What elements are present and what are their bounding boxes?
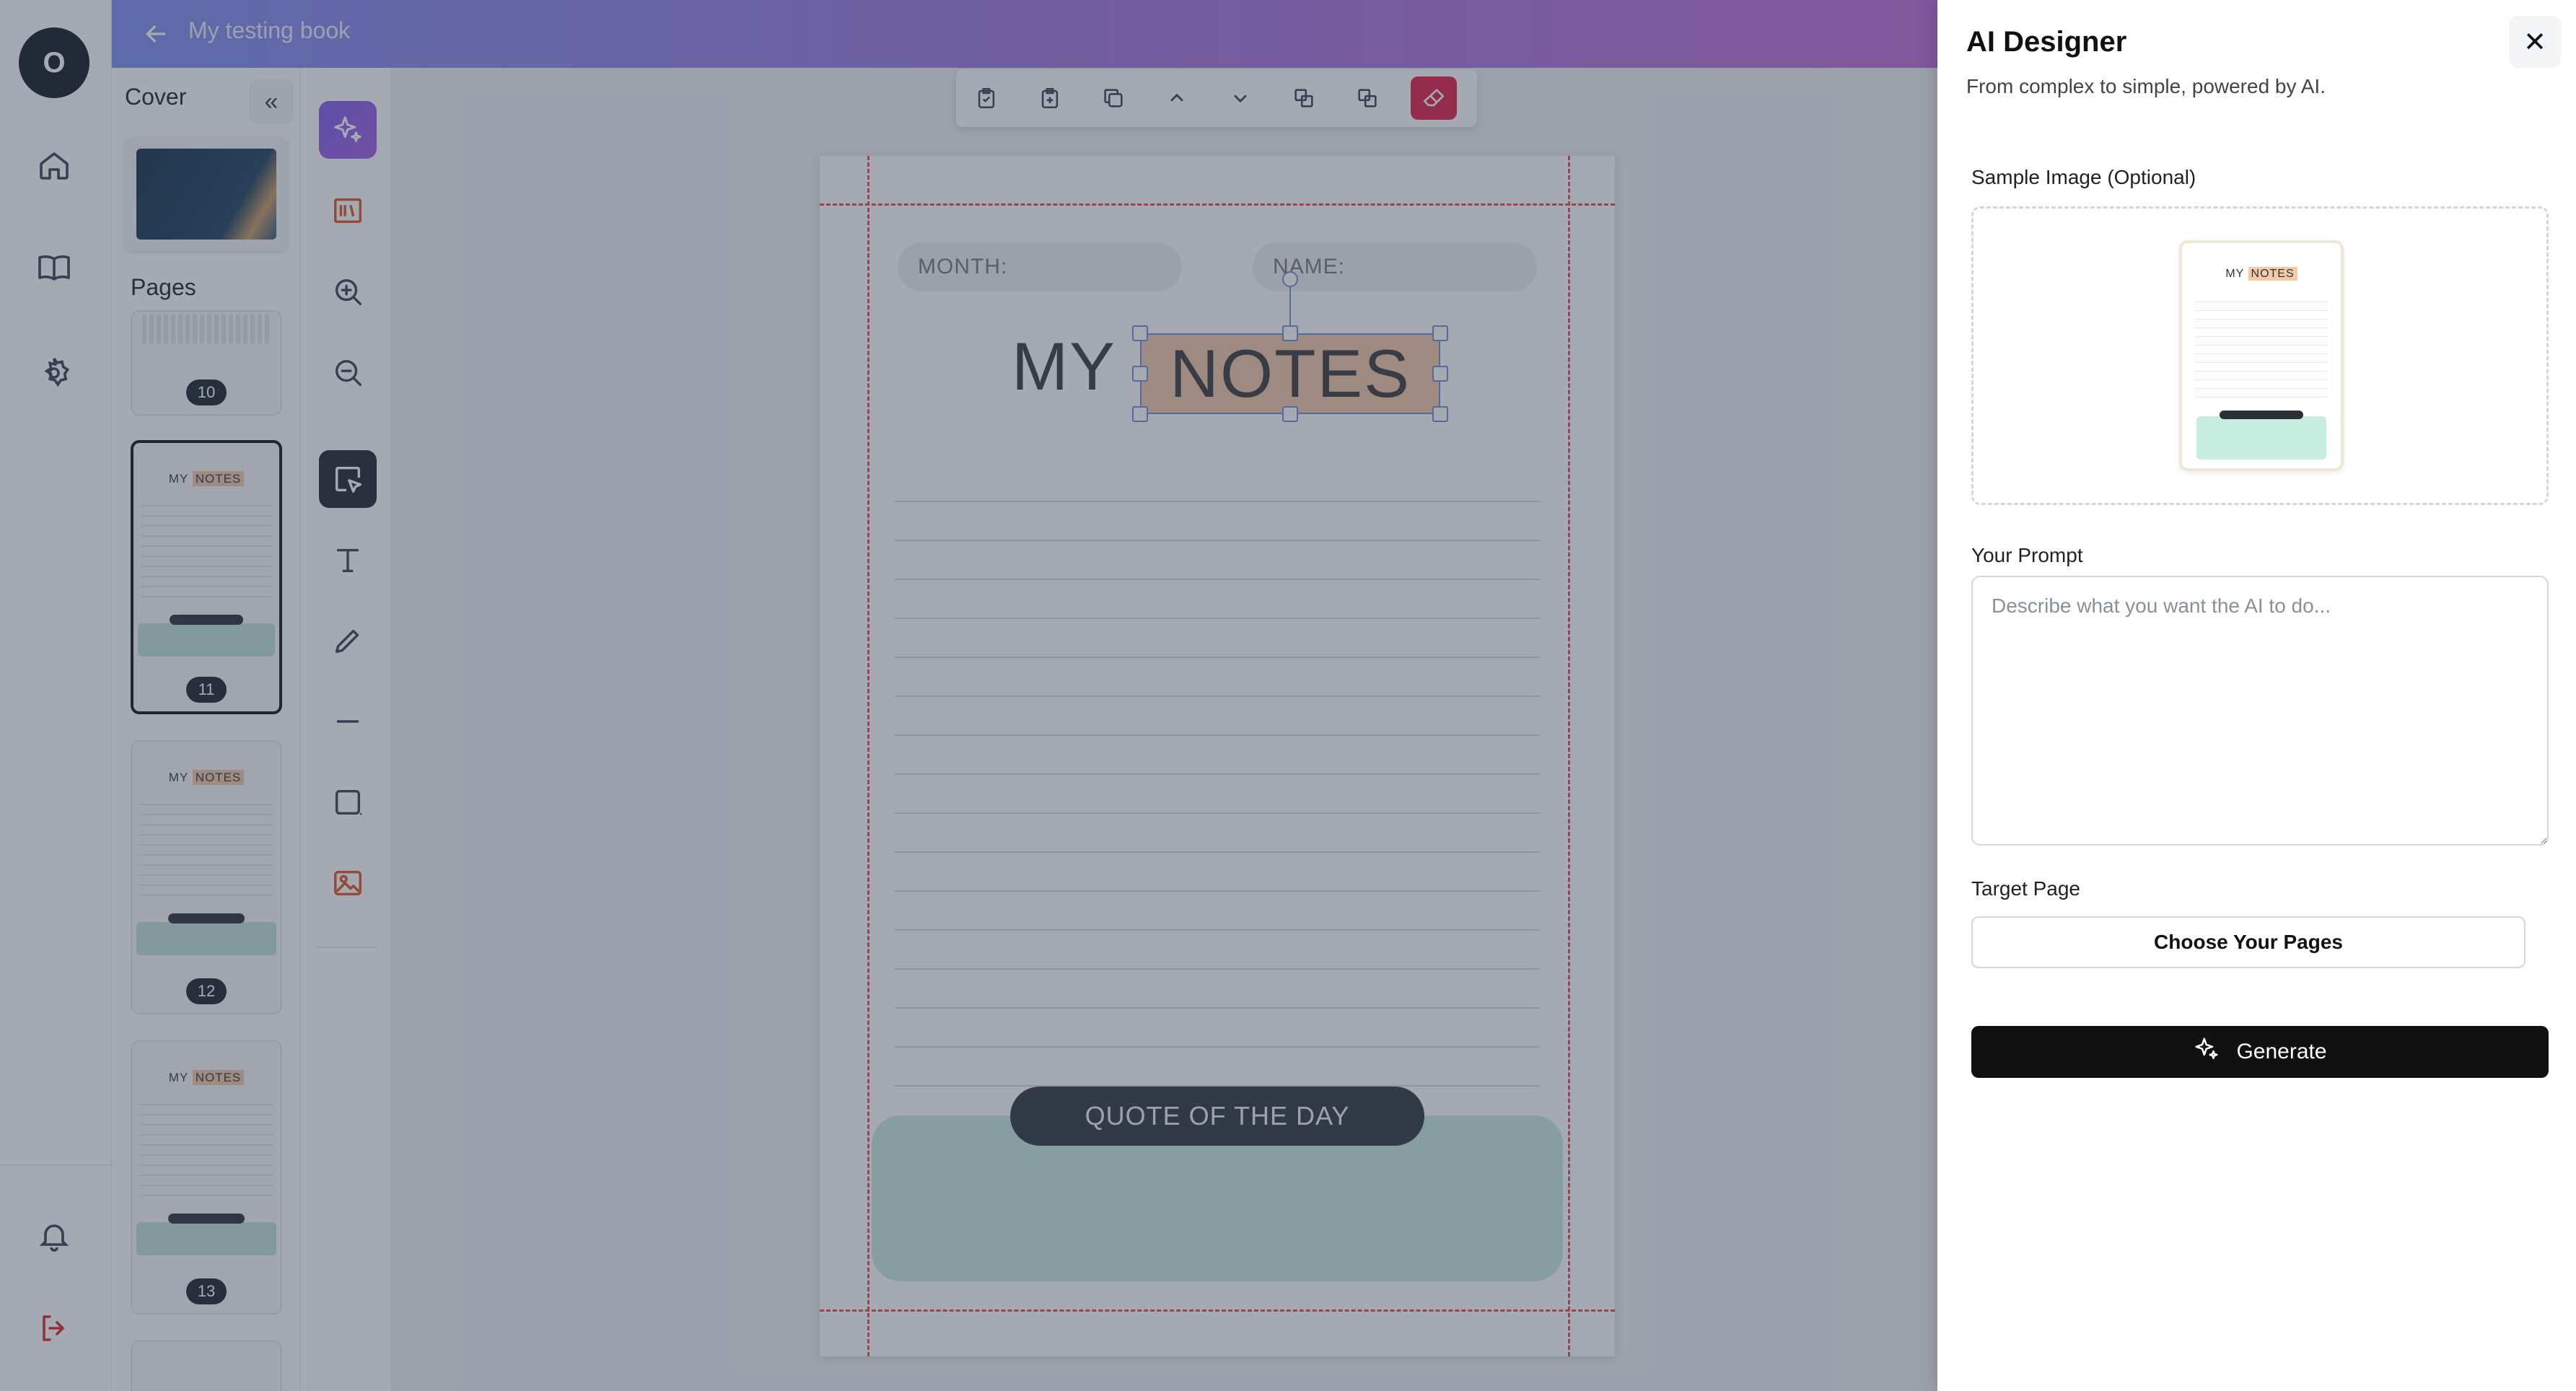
- sample-preview-title: MY NOTES: [2182, 267, 2341, 281]
- sample-preview-quote: [2220, 411, 2303, 419]
- generate-button[interactable]: Generate: [1971, 1026, 2549, 1078]
- ai-designer-drawer: AI Designer From complex to simple, powe…: [1937, 0, 2576, 1391]
- close-button[interactable]: ✕: [2509, 16, 2561, 68]
- sample-preview-box: [2196, 416, 2326, 460]
- sample-image-dropzone[interactable]: MY NOTES: [1971, 206, 2549, 505]
- generate-label: Generate: [2236, 1040, 2327, 1063]
- sparkle-icon: [2193, 1035, 2220, 1069]
- modal-overlay[interactable]: [0, 0, 1937, 1391]
- prompt-textarea[interactable]: [1971, 576, 2549, 846]
- choose-pages-button[interactable]: Choose Your Pages: [1971, 916, 2525, 968]
- target-page-label: Target Page: [1971, 877, 2080, 900]
- drawer-title: AI Designer: [1966, 26, 2127, 58]
- drawer-subtitle: From complex to simple, powered by AI.: [1966, 75, 2326, 97]
- prompt-label: Your Prompt: [1971, 544, 2083, 566]
- sample-preview-lines: [2195, 294, 2328, 402]
- sample-image-preview: MY NOTES: [2179, 240, 2344, 471]
- sample-image-label: Sample Image (Optional): [1971, 166, 2196, 188]
